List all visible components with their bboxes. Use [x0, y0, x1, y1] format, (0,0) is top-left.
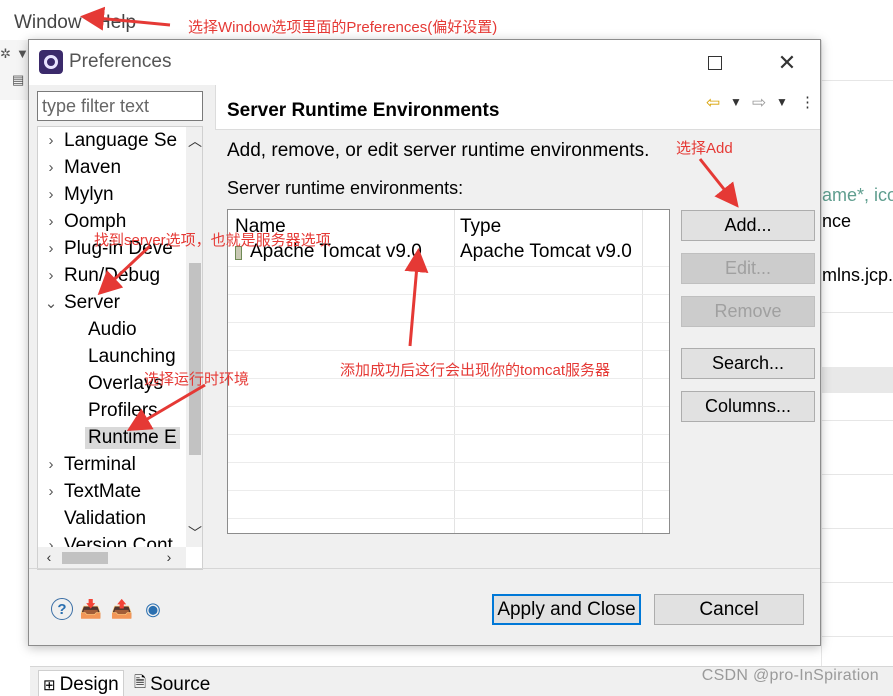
- annotation-runtime: 选择运行时环境: [144, 371, 250, 388]
- annotation-server: 找到server选项，也就是服务器选项: [94, 232, 331, 249]
- tomcat-arrow: [404, 248, 429, 347]
- server-arrow: [97, 244, 152, 296]
- annotation-tomcat: 添加成功后这行会出现你的tomcat服务器: [340, 362, 611, 379]
- annotation-arrows: [80, 6, 739, 432]
- runtime-arrow: [126, 383, 206, 432]
- add-arrow: [698, 158, 739, 208]
- annotation-add: 选择Add: [676, 140, 733, 157]
- annotation-menu: 选择Window选项里面的Preferences(偏好设置): [188, 19, 498, 36]
- menu-arrow: [80, 6, 171, 31]
